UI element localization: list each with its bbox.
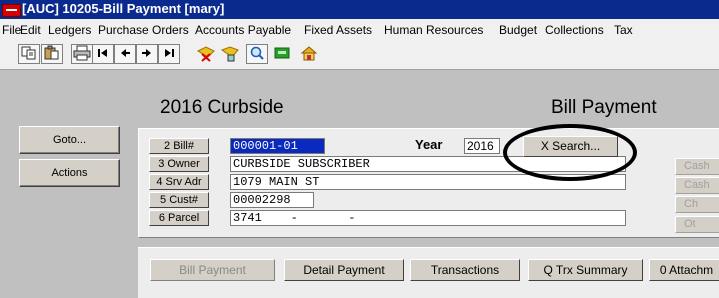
menu-tax[interactable]: Tax xyxy=(614,23,633,37)
customer-number-button[interactable]: 5 Cust# xyxy=(149,192,209,208)
screen-title: Bill Payment xyxy=(551,97,657,118)
menu-purchase-orders[interactable]: Purchase Orders xyxy=(98,23,189,37)
parcel-field[interactable]: 3741 - - xyxy=(230,210,626,226)
menu-file[interactable]: File xyxy=(2,23,21,37)
tab-bill-payment[interactable]: Bill Payment xyxy=(150,259,275,281)
highlight-circle xyxy=(503,124,637,181)
home-icon[interactable] xyxy=(298,44,320,64)
spreadsheet-icon[interactable] xyxy=(271,44,293,64)
menu-collections[interactable]: Collections xyxy=(545,23,604,37)
title-bar: [AUC] 10205-Bill Payment [mary] xyxy=(0,0,719,19)
cash-button[interactable]: Cash xyxy=(675,158,719,175)
cash-button-2[interactable]: Cash xyxy=(675,177,719,194)
app-icon[interactable] xyxy=(2,4,21,17)
next-record-icon[interactable] xyxy=(136,44,158,64)
toolbar xyxy=(0,41,719,70)
menu-edit[interactable]: Edit xyxy=(20,23,41,37)
menu-fixed-assets[interactable]: Fixed Assets xyxy=(304,23,372,37)
goto-button[interactable]: Goto... xyxy=(19,126,120,154)
customer-number-field[interactable]: 00002298 xyxy=(230,192,314,208)
module-title: 2016 Curbside xyxy=(160,97,284,118)
print-icon[interactable] xyxy=(71,44,93,64)
previous-record-icon[interactable] xyxy=(114,44,136,64)
tab-trx-summary[interactable]: Q Trx Summary xyxy=(528,259,643,281)
tab-detail-payment[interactable]: Detail Payment xyxy=(284,259,404,281)
first-record-icon[interactable] xyxy=(92,44,114,64)
other-button[interactable]: Ot xyxy=(675,216,719,233)
menu-human-resources[interactable]: Human Resources xyxy=(384,23,483,37)
service-address-button[interactable]: 4 Srv Adr xyxy=(149,174,209,190)
last-record-icon[interactable] xyxy=(158,44,180,64)
actions-label: Actions xyxy=(51,167,88,179)
check-button[interactable]: Ch xyxy=(675,196,719,213)
copy-icon[interactable] xyxy=(18,44,40,64)
owner-button[interactable]: 3 Owner xyxy=(149,156,209,172)
actions-button[interactable]: Actions xyxy=(19,159,120,187)
menu-ledgers[interactable]: Ledgers xyxy=(48,23,91,37)
paste-icon[interactable] xyxy=(41,44,63,64)
tab-attachments[interactable]: 0 Attachm xyxy=(649,259,719,281)
year-label: Year xyxy=(415,137,443,152)
bill-number-field[interactable]: 000001-01 xyxy=(230,138,325,154)
parcel-button[interactable]: 6 Parcel xyxy=(149,210,209,226)
menu-bar: File Edit Ledgers Purchase Orders Accoun… xyxy=(0,19,719,41)
lookup-icon[interactable] xyxy=(218,44,240,64)
tab-transactions[interactable]: Transactions xyxy=(410,259,520,281)
clear-icon[interactable] xyxy=(195,44,217,64)
menu-budget[interactable]: Budget xyxy=(499,23,537,37)
goto-label: Goto... xyxy=(52,134,87,146)
window-title: [AUC] 10205-Bill Payment [mary] xyxy=(22,1,225,16)
year-field[interactable]: 2016 xyxy=(464,138,500,154)
bill-number-button[interactable]: 2 Bill# xyxy=(149,138,209,154)
menu-accounts-payable[interactable]: Accounts Payable xyxy=(195,23,291,37)
search-icon[interactable] xyxy=(246,44,268,64)
